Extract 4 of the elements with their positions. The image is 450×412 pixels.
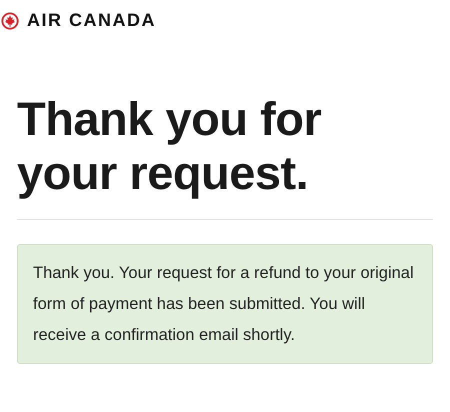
- success-message: Thank you. Your request for a refund to your original form of payment has been submitted. You will receive a confirmation email shortly.: [17, 244, 433, 364]
- page-heading: Thank you for your request.: [17, 92, 322, 200]
- maple-leaf-logo-icon: [1, 12, 19, 30]
- logo-text: AIR CANADA: [27, 9, 156, 32]
